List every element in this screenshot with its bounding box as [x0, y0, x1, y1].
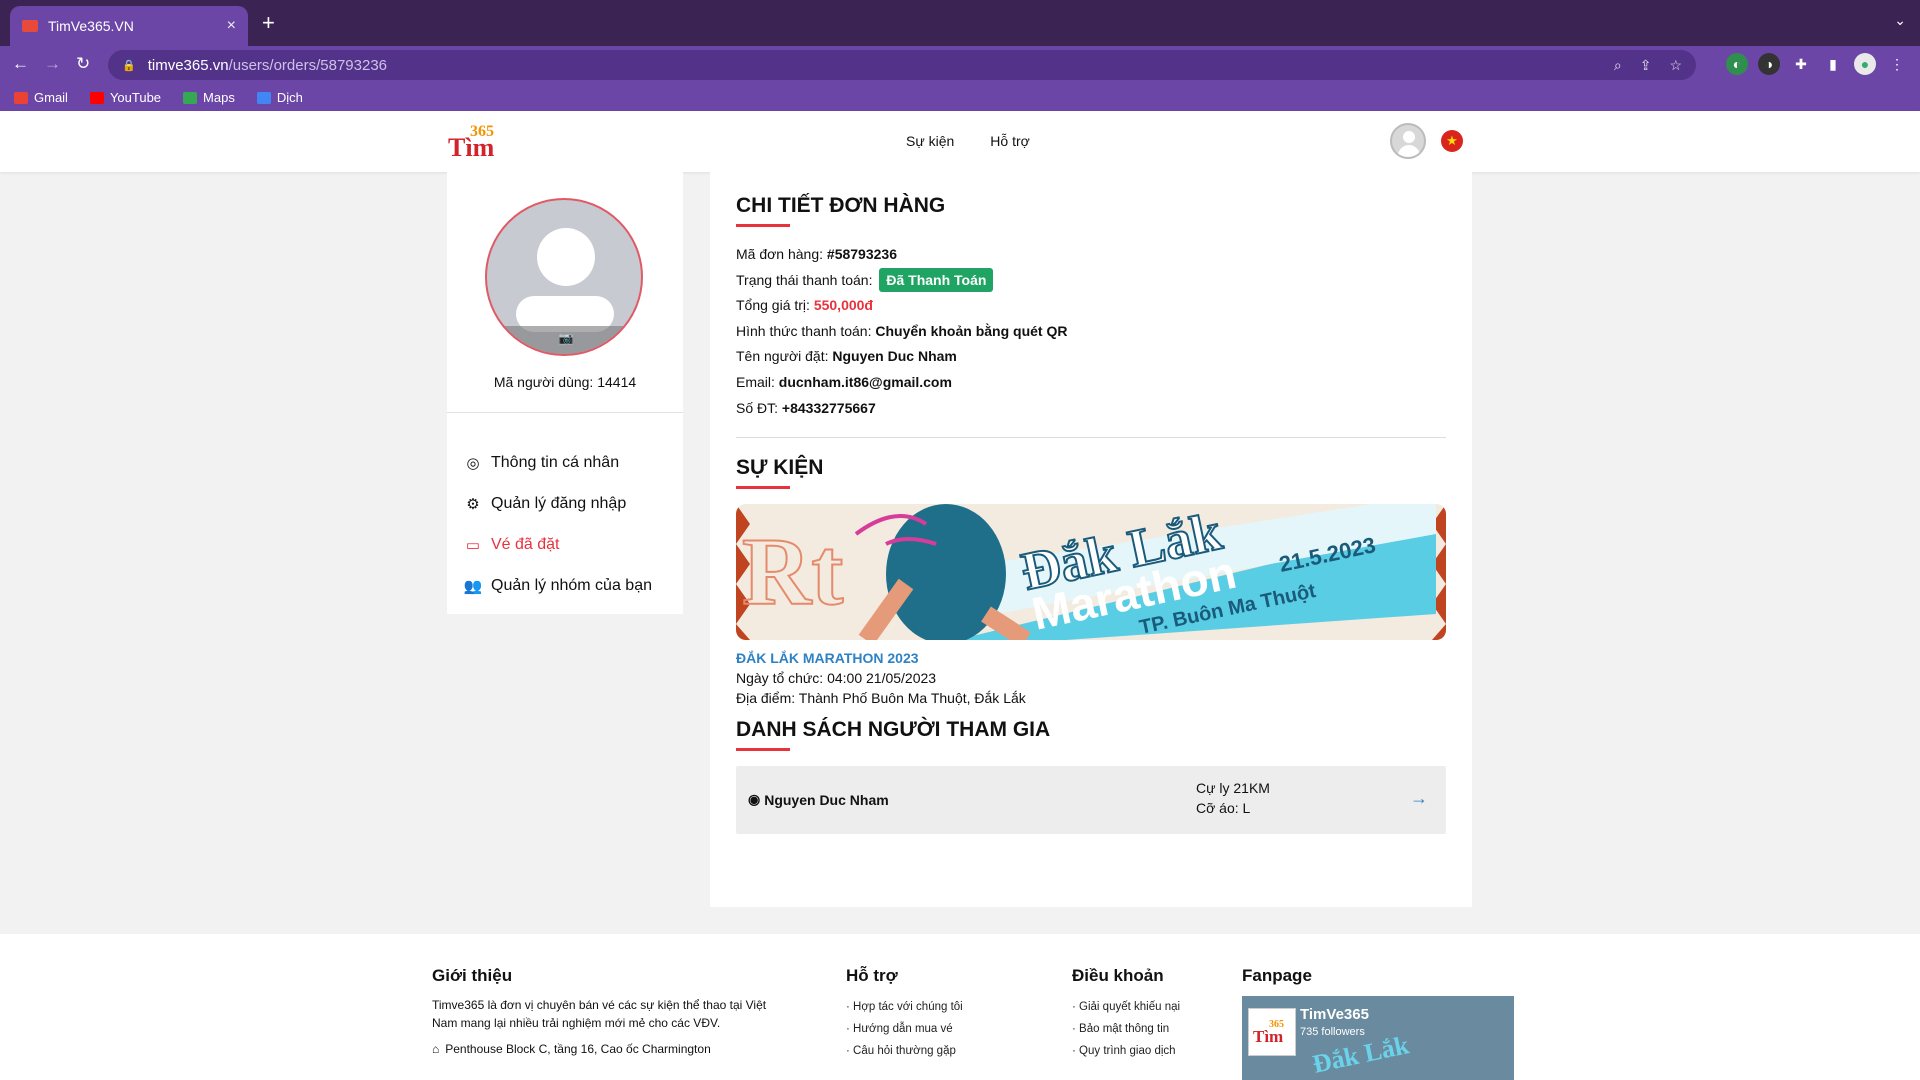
bookmarks-bar: Gmail YouTube Maps Dịch [0, 84, 1920, 111]
url-domain: timve365.vn [147, 56, 229, 74]
event-date: Ngày tổ chức: 04:00 21/05/2023 [736, 670, 937, 686]
fanpage-name[interactable]: TimVe365 [1300, 1006, 1369, 1023]
bookmark-translate[interactable]: Dịch [256, 90, 303, 105]
footer-link[interactable]: · Hướng dẫn mua vé [846, 1018, 963, 1040]
arrow-right-icon[interactable]: → [1410, 788, 1428, 809]
menu-group-management[interactable]: 👥 Quản lý nhóm của bạn [463, 565, 652, 606]
tab-favicon-icon [22, 20, 38, 32]
menu-login-management[interactable]: ⚙ Quản lý đăng nhập [463, 483, 652, 524]
event-section-title: SỰ KIỆN [736, 456, 823, 489]
order-info: Mã đơn hàng: #58793236 Trạng thái thanh … [736, 242, 1067, 421]
address-bar[interactable]: 🔒 timve365.vn/users/orders/58793236 ⌕ ⇪ … [108, 50, 1696, 80]
bookmark-youtube[interactable]: YouTube [89, 90, 161, 105]
bookmark-maps[interactable]: Maps [183, 90, 235, 105]
account-menu: ◎ Thông tin cá nhân ⚙ Quản lý đăng nhập ▭ V… [463, 442, 652, 606]
total-row: Tổng giá trị: 550,000đ [736, 297, 873, 314]
user-circle-icon: ◉ [748, 791, 761, 807]
site-footer: Giới thiệu Timve365 là đơn vị chuyên bán… [0, 934, 1920, 1080]
payment-status-row: Trạng thái thanh toán: Đã Thanh Toán [736, 267, 1067, 294]
user-cog-icon: ⚙ [466, 495, 480, 513]
nav-events[interactable]: Sự kiện [906, 133, 954, 149]
order-detail-panel: CHI TIẾT ĐƠN HÀNG Mã đơn hàng: #58793236… [710, 172, 1472, 907]
footer-link[interactable]: · Câu hỏi thường gặp [846, 1040, 963, 1062]
site-header: Tìm 365 Sự kiện Hỗ trợ ★ [0, 111, 1920, 172]
url-path: /users/orders/58793236 [228, 56, 388, 74]
extension-icon[interactable]: ◐ [1726, 53, 1748, 75]
youtube-icon [89, 91, 104, 104]
nav-support[interactable]: Hỗ trợ [990, 133, 1030, 149]
participant-card[interactable]: ◉ Nguyen Duc Nham Cự ly 21KM Cỡ áo: L → [736, 766, 1446, 834]
user-id-label: Mã người dùng: 14414 [493, 374, 637, 390]
footer-terms: Điều khoản · Giải quyết khiếu nại · Bảo … [1072, 966, 1180, 1062]
status-badge: Đã Thanh Toán [879, 267, 994, 292]
maps-icon [183, 91, 198, 104]
divider [447, 412, 683, 413]
footer-link[interactable]: · Giải quyết khiếu nại [1072, 996, 1180, 1018]
reload-icon[interactable]: ↻ [76, 54, 90, 74]
footer-support: Hỗ trợ · Hợp tác với chúng tôi · Hướng d… [846, 966, 963, 1062]
home-icon: ⌂ [432, 1042, 440, 1056]
payment-method-row: Hình thức thanh toán: Chuyển khoản bằng … [736, 322, 1068, 339]
browser-menu-icon[interactable]: ⋮ [1886, 53, 1908, 75]
share-icon[interactable]: ⇪ [1640, 57, 1652, 74]
vietnam-flag-icon[interactable]: ★ [1441, 130, 1463, 152]
menu-booked-tickets[interactable]: ▭ Vé đã đặt [463, 524, 652, 565]
divider [736, 437, 1446, 438]
fanpage-followers: 735 followers [1300, 1026, 1365, 1038]
bookmark-gmail[interactable]: Gmail [14, 90, 68, 105]
user-avatar-icon[interactable] [1390, 123, 1426, 159]
side-panel-icon[interactable]: ▮ [1822, 53, 1844, 75]
participant-shirt-size: Cỡ áo: L [1196, 800, 1251, 816]
forward-icon[interactable]: → [44, 54, 61, 74]
participant-distance: Cự ly 21KM [1196, 780, 1270, 796]
order-section-title: CHI TIẾT ĐƠN HÀNG [736, 194, 945, 227]
extension-icon[interactable]: ◑ [1758, 53, 1780, 75]
event-banner-image[interactable]: Rt Đắk Lắk Marathon 21.5.2023 TP. Buôn M… [736, 504, 1446, 640]
back-icon[interactable]: ← [12, 54, 29, 74]
tab-close-icon[interactable]: × [227, 17, 236, 35]
browser-tab[interactable]: TimVe365.VN × [10, 6, 248, 46]
tab-search-icon[interactable]: ⌄ [1894, 12, 1906, 29]
svg-text:Rt: Rt [742, 518, 843, 625]
main-nav: Sự kiện Hỗ trợ [906, 133, 1030, 149]
profile-avatar-icon[interactable]: ● [1854, 53, 1876, 75]
tab-title: TimVe365.VN [48, 18, 134, 34]
footer-link[interactable]: · Hợp tác với chúng tôi [846, 996, 963, 1018]
footer-intro: Giới thiệu Timve365 là đơn vị chuyên bán… [432, 966, 767, 1056]
fanpage-widget[interactable]: Đắk Lắk Tìm 365 TimVe365 735 followers [1242, 996, 1514, 1080]
participants-section-title: DANH SÁCH NGƯỜI THAM GIA [736, 718, 1050, 751]
user-circle-icon: ◎ [466, 454, 480, 472]
bookmark-star-icon[interactable]: ☆ [1669, 57, 1682, 74]
site-logo[interactable]: Tìm 365 [448, 123, 520, 162]
footer-fanpage: Fanpage [1242, 966, 1312, 985]
new-tab-button[interactable]: + [262, 10, 275, 36]
event-location: Địa điểm: Thành Phố Buôn Ma Thuột, Đắk L… [736, 690, 1026, 706]
account-sidebar: 📷 Mã người dùng: 14414 ◎ Thông tin cá nhâ… [447, 172, 683, 614]
extensions-puzzle-icon[interactable]: ✚ [1790, 53, 1812, 75]
footer-link[interactable]: · Quy trình giao dịch [1072, 1040, 1180, 1062]
participant-name: Nguyen Duc Nham [764, 791, 889, 808]
profile-avatar[interactable]: 📷 [485, 198, 643, 356]
gmail-icon [14, 91, 28, 104]
translate-icon [256, 91, 271, 104]
fanpage-logo: Tìm 365 [1248, 1008, 1296, 1056]
phone-row: Số ĐT: +84332775667 [736, 399, 876, 416]
ticket-icon: ▭ [465, 536, 481, 554]
footer-link[interactable]: · Bảo mật thông tin [1072, 1018, 1180, 1040]
event-name-link[interactable]: ĐẮK LẮK MARATHON 2023 [736, 650, 919, 666]
zoom-icon[interactable]: ⌕ [1614, 57, 1622, 74]
browser-toolbar: ← → ↻ 🔒 timve365.vn/users/orders/5879323… [0, 46, 1920, 84]
order-code-row: Mã đơn hàng: #58793236 [736, 246, 897, 262]
email-row: Email: ducnham.it86@gmail.com [736, 373, 952, 390]
camera-icon[interactable]: 📷 [487, 326, 641, 354]
browser-tab-strip: TimVe365.VN × + ⌄ [0, 0, 1920, 46]
buyer-name-row: Tên người đặt: Nguyen Duc Nham [736, 348, 957, 365]
menu-personal-info[interactable]: ◎ Thông tin cá nhân [463, 442, 652, 483]
lock-icon: 🔒 [122, 59, 136, 72]
users-icon: 👥 [463, 577, 483, 595]
